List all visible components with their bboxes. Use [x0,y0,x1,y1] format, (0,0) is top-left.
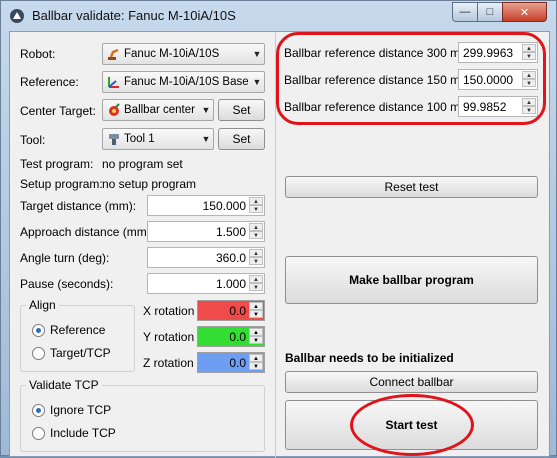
align-group-title: Align [26,298,59,312]
include-tcp-radio[interactable] [32,427,45,440]
robot-label: Robot: [20,47,56,61]
z-rotation-value: 0.0 [229,356,246,370]
setup-program-label: Setup program: [20,177,103,191]
x-rotation-value: 0.0 [229,304,246,318]
chevron-down-icon: ▼ [201,134,211,144]
spin-up-icon[interactable]: ▲ [249,354,263,362]
approach-distance-spinbox[interactable]: 1.500 ▲ ▼ [147,221,265,242]
approach-distance-label: Approach distance (mm): [20,225,155,239]
y-rotation-label: Y rotation [143,330,195,344]
reference-label: Reference: [20,75,79,89]
spin-down-icon[interactable]: ▼ [249,362,263,370]
angle-turn-label: Angle turn (deg): [20,251,110,265]
x-rotation-spinbox[interactable]: 0.0 ▲ ▼ [197,300,265,321]
spin-down-icon[interactable]: ▼ [249,231,263,239]
angle-turn-spinbox[interactable]: 360.0 ▲ ▼ [147,247,265,268]
reference-distances-highlight [276,32,546,125]
ballbar-status-text: Ballbar needs to be initialized [285,351,454,365]
minimize-button[interactable]: — [452,2,478,22]
reference-select-value: Fanuc M-10iA/10S Base [124,76,249,88]
spin-down-icon[interactable]: ▼ [249,257,263,265]
align-reference-label[interactable]: Reference [50,323,105,337]
chevron-down-icon: ▼ [252,77,262,87]
chevron-down-icon: ▼ [201,105,211,115]
reset-test-button[interactable]: Reset test [285,176,538,198]
pause-label: Pause (seconds): [20,277,114,291]
angle-turn-value: 360.0 [215,251,246,265]
target-distance-label: Target distance (mm): [20,199,137,213]
close-button[interactable]: ✕ [502,2,547,22]
align-group [20,305,135,372]
dialog-body: Robot: Fanuc M-10iA/10S ▼ Reference: Fan… [9,31,551,458]
ballbar-validate-window: Ballbar validate: Fanuc M-10iA/10S — □ ✕… [0,0,557,458]
center-target-label: Center Target: [20,104,96,118]
set-tool-button[interactable]: Set [218,128,265,150]
robot-arm-icon [108,48,119,60]
center-target-value: Ballbar center [124,104,195,116]
align-target-tcp-radio[interactable] [32,347,45,360]
chevron-down-icon: ▼ [252,49,262,59]
spin-up-icon[interactable]: ▲ [249,275,263,283]
window-title: Ballbar validate: Fanuc M-10iA/10S [32,8,236,23]
spin-up-icon[interactable]: ▲ [249,302,263,310]
maximize-button[interactable]: □ [477,2,503,22]
y-rotation-spinbox[interactable]: 0.0 ▲ ▼ [197,326,265,347]
y-rotation-value: 0.0 [229,330,246,344]
tool-label: Tool: [20,133,46,147]
spin-up-icon[interactable]: ▲ [249,249,263,257]
tool-icon [109,134,119,145]
connect-ballbar-button[interactable]: Connect ballbar [285,371,538,393]
x-rotation-label: X rotation [143,304,195,318]
robot-select-value: Fanuc M-10iA/10S [124,48,220,60]
approach-distance-value: 1.500 [215,225,246,239]
test-program-label: Test program: [20,157,94,171]
right-pane: Ballbar reference distance 300 mm: 299.9… [276,32,551,458]
app-icon [10,9,24,23]
spin-down-icon[interactable]: ▼ [249,336,263,344]
set-center-target-button[interactable]: Set [218,99,265,121]
tool-select[interactable]: Tool 1 ▼ [102,128,214,150]
spin-up-icon[interactable]: ▲ [249,328,263,336]
ignore-tcp-radio[interactable] [32,404,45,417]
validate-tcp-group [20,385,265,452]
spin-up-icon[interactable]: ▲ [249,223,263,231]
spin-down-icon[interactable]: ▼ [249,310,263,318]
z-rotation-label: Z rotation [143,356,194,370]
target-distance-spinbox[interactable]: 150.000 ▲ ▼ [147,195,265,216]
start-test-highlight [350,394,474,456]
spin-down-icon[interactable]: ▼ [249,205,263,213]
robot-select[interactable]: Fanuc M-10iA/10S ▼ [102,43,265,65]
z-rotation-spinbox[interactable]: 0.0 ▲ ▼ [197,352,265,373]
tool-select-value: Tool 1 [124,133,155,145]
pause-value: 1.000 [215,277,246,291]
title-bar[interactable]: Ballbar validate: Fanuc M-10iA/10S — □ ✕ [1,1,556,31]
reference-select[interactable]: Fanuc M-10iA/10S Base ▼ [102,71,265,93]
align-reference-radio[interactable] [32,324,45,337]
left-pane: Robot: Fanuc M-10iA/10S ▼ Reference: Fan… [10,32,275,458]
test-program-value: no program set [102,157,183,171]
target-distance-value: 150.000 [202,199,246,213]
align-target-tcp-label[interactable]: Target/TCP [50,346,111,360]
center-target-select[interactable]: Ballbar center ▼ [102,99,214,121]
make-ballbar-program-button[interactable]: Make ballbar program [285,256,538,304]
target-icon [109,103,120,116]
spin-down-icon[interactable]: ▼ [249,283,263,291]
pause-spinbox[interactable]: 1.000 ▲ ▼ [147,273,265,294]
ignore-tcp-label[interactable]: Ignore TCP [50,403,111,417]
validate-tcp-group-title: Validate TCP [26,378,102,392]
spin-up-icon[interactable]: ▲ [249,197,263,205]
reference-frame-icon [108,77,119,88]
include-tcp-label[interactable]: Include TCP [50,426,116,440]
setup-program-value: no setup program [102,177,197,191]
